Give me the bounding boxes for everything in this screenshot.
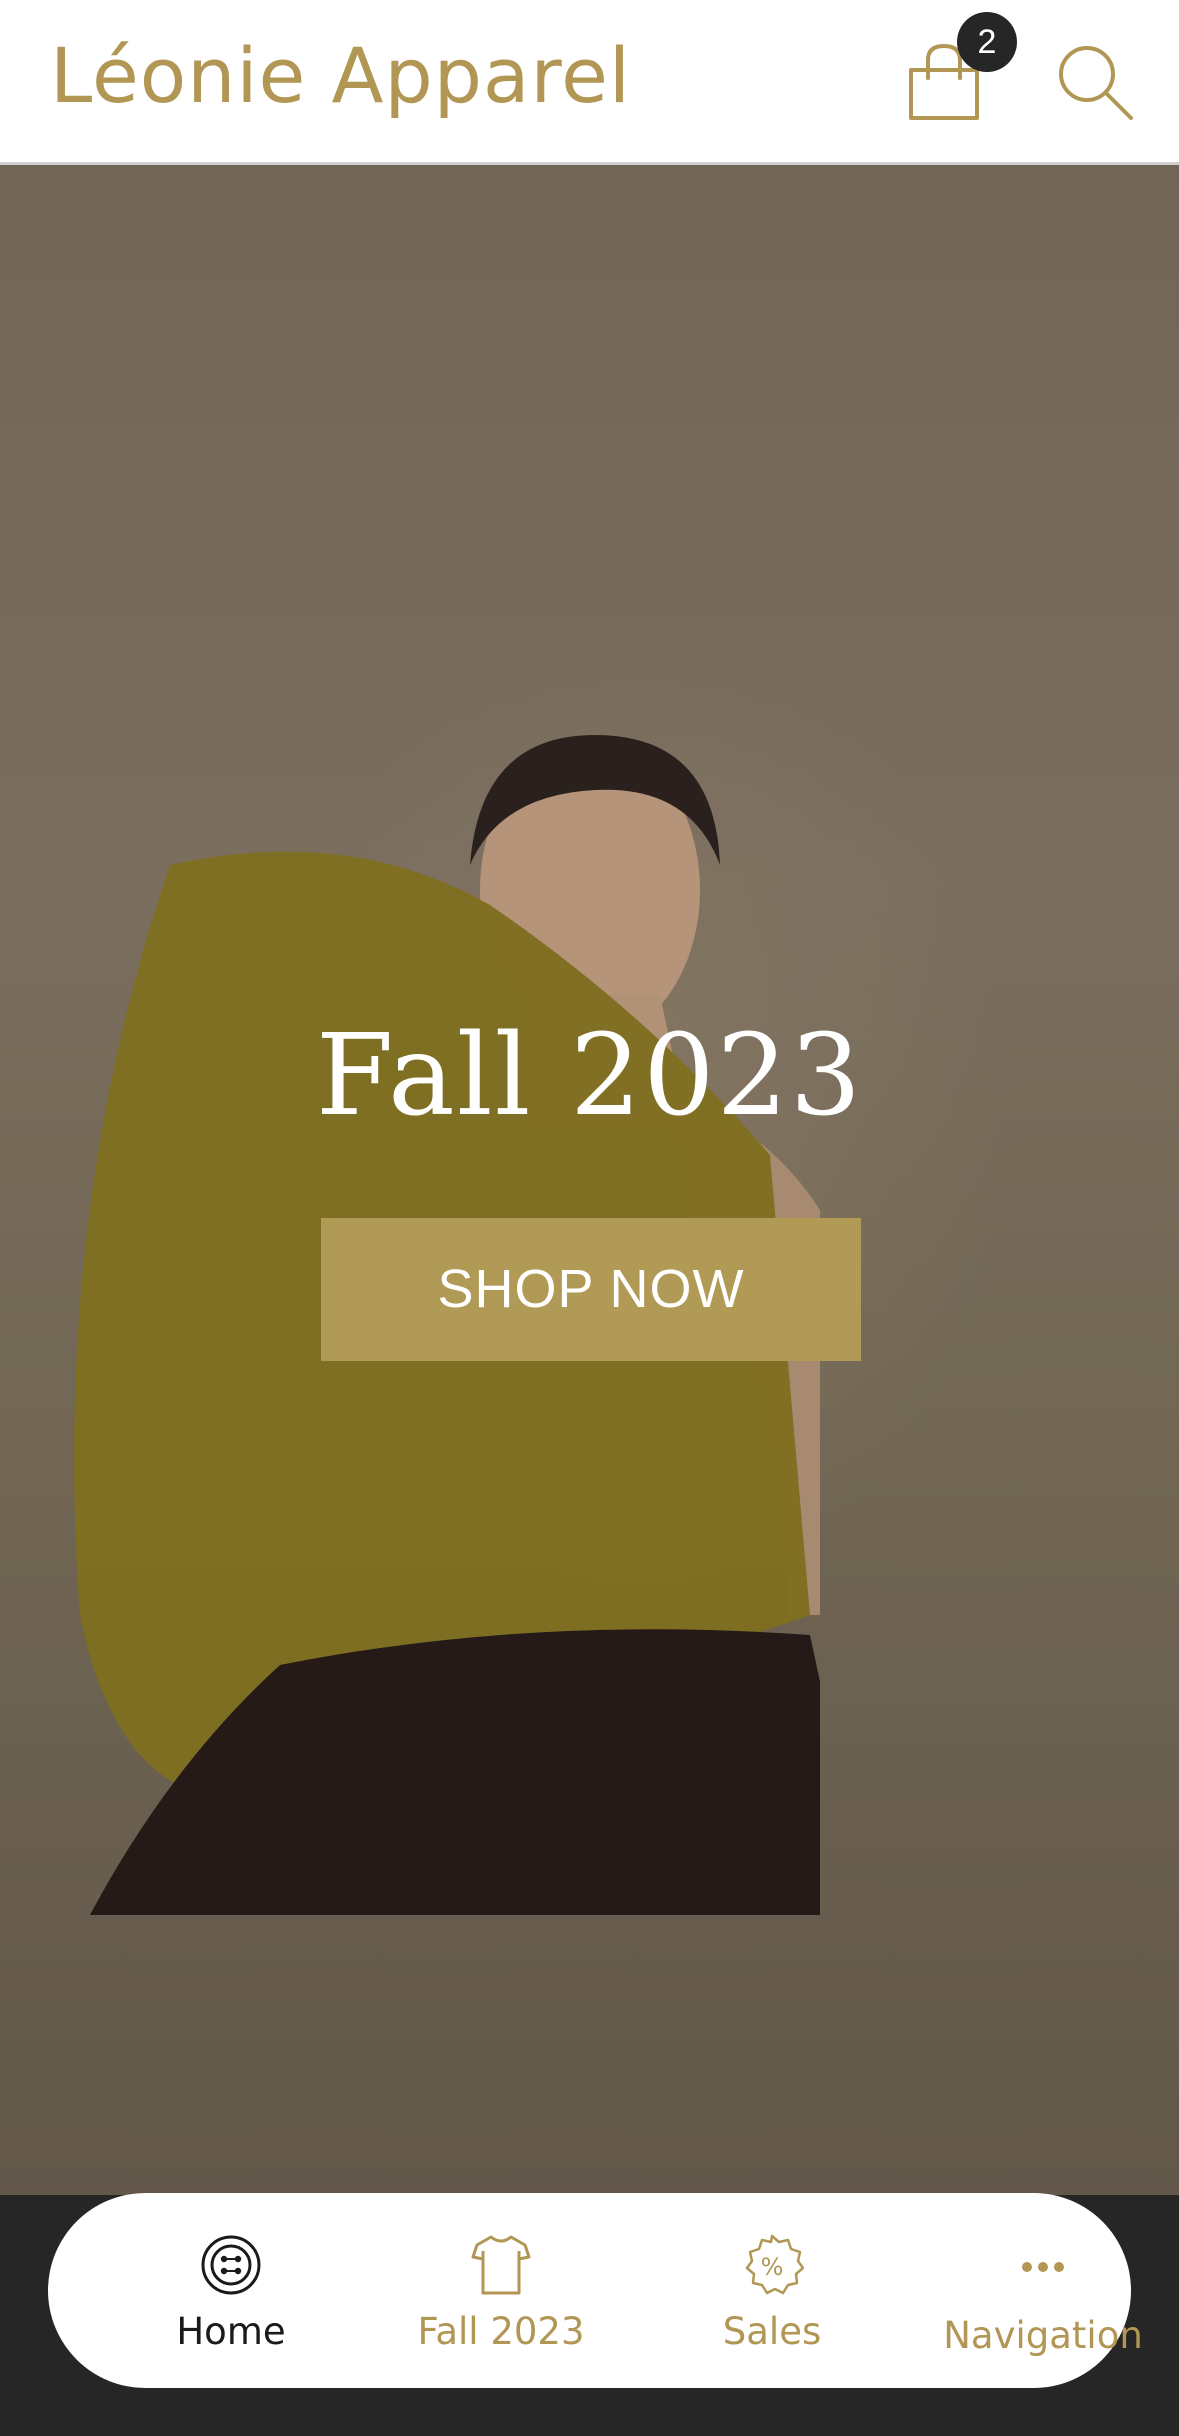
- button-icon: [201, 2235, 261, 2295]
- svg-text:%: %: [761, 2253, 784, 2281]
- bottom-nav-bar: Home Fall 2023 % Sales Navigation: [48, 2193, 1143, 2388]
- nav-label-sales: Sales: [722, 2310, 822, 2353]
- shop-now-button[interactable]: SHOP NOW: [321, 1218, 861, 1361]
- brand-logo[interactable]: Léonie Apparel: [50, 38, 631, 114]
- cart-count-badge: 2: [957, 12, 1017, 72]
- nav-label-home: Home: [176, 2310, 286, 2353]
- hero-overlay: [0, 165, 1179, 2195]
- nav-item-navigation[interactable]: Navigation: [918, 2193, 1168, 2388]
- nav-label-fall-2023: Fall 2023: [417, 2310, 585, 2353]
- tshirt-icon: [471, 2235, 531, 2295]
- search-icon[interactable]: [1055, 42, 1135, 122]
- nav-item-sales[interactable]: % Sales: [647, 2193, 897, 2388]
- nav-item-fall-2023[interactable]: Fall 2023: [376, 2193, 626, 2388]
- hero-banner[interactable]: Fall 2023 SHOP NOW: [0, 165, 1179, 2195]
- nav-item-home[interactable]: Home: [106, 2193, 356, 2388]
- hero-title: Fall 2023: [315, 1011, 864, 1141]
- nav-label-navigation: Navigation: [943, 2314, 1143, 2357]
- discount-badge-icon: %: [745, 2234, 804, 2295]
- more-dots-icon: [1022, 2262, 1064, 2272]
- app-header: Léonie Apparel 2: [0, 0, 1179, 165]
